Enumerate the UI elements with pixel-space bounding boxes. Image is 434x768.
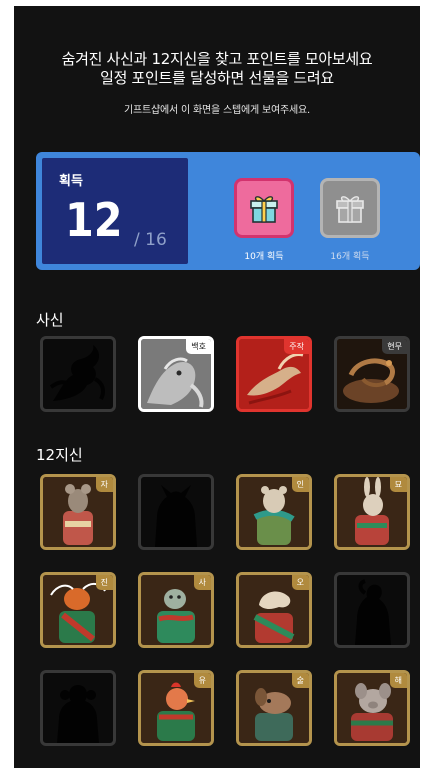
intro-line-1: 숨겨진 사신과 12지신을 찾고 포인트를 모아보세요 (61, 50, 373, 68)
zodiac-o-horse[interactable]: 오 (236, 572, 312, 648)
zodiac-tag-sul: 술 (291, 673, 309, 688)
reward-10[interactable]: 10개 획득 (234, 178, 294, 262)
giftshop-note: 기프트샵에서 이 화면을 스텝에게 보여주세요. (124, 105, 310, 116)
zodiac-tag-in: 인 (291, 477, 309, 492)
sasin-baekho[interactable]: 백호 (138, 336, 214, 412)
ox-silhouette (155, 485, 197, 547)
zodiac-myo-rabbit[interactable]: 묘 (334, 474, 410, 550)
zodiac-sul-dog[interactable]: 술 (236, 670, 312, 746)
zodiac-tag-sa: 사 (193, 575, 211, 590)
reward-16-caption: 16개 획득 (330, 252, 370, 262)
zodiac-tag-myo: 묘 (389, 477, 407, 492)
zodiac-chuk-silhouette[interactable] (138, 474, 214, 550)
sheep-silhouette (355, 579, 391, 645)
zodiac-yu-rooster[interactable]: 유 (138, 670, 214, 746)
zodiac-tag-yu: 유 (193, 673, 211, 688)
dragon-silhouette (49, 345, 105, 401)
sasin-tag-baekho: 백호 (186, 339, 211, 354)
zodiac-title: 12지신 (36, 446, 83, 464)
intro-text: 숨겨진 사신과 12지신을 찾고 포인트를 모아보세요 일정 포인트를 달성하면… (14, 50, 420, 116)
zodiac-tag-jin: 진 (95, 575, 113, 590)
zodiac-in-tiger[interactable]: 인 (236, 474, 312, 550)
sasin-tag-hyeonmu: 현무 (382, 339, 407, 354)
gift-icon (250, 196, 278, 223)
zodiac-sa-snake[interactable]: 사 (138, 572, 214, 648)
zodiac-mi-silhouette[interactable] (334, 572, 410, 648)
monkey-silhouette (57, 685, 99, 743)
collected-count: 12 (65, 193, 123, 247)
zodiac-ja-rat[interactable]: 자 (40, 474, 116, 550)
intro-line-2: 일정 포인트를 달성하면 선물을 드려요 (100, 69, 334, 87)
collected-total: / 16 (134, 230, 167, 250)
progress-panel: 획득 12 / 16 10개 획득 16개 획득 (36, 152, 420, 270)
zodiac-tag-ja: 자 (95, 477, 113, 492)
zodiac-sin-silhouette[interactable] (40, 670, 116, 746)
sasin-tag-jujak: 주작 (284, 339, 309, 354)
sasin-hyeonmu[interactable]: 현무 (334, 336, 410, 412)
zodiac-hae-pig[interactable]: 해 (334, 670, 410, 746)
sasin-title: 사신 (36, 311, 64, 329)
reward-10-box (234, 178, 294, 238)
gift-icon (336, 196, 364, 223)
zodiac-jin-dragon[interactable]: 진 (40, 572, 116, 648)
reward-16-box (320, 178, 380, 238)
sasin-cheongryong-silhouette[interactable] (40, 336, 116, 412)
sasin-jujak[interactable]: 주작 (236, 336, 312, 412)
zodiac-tag-o: 오 (291, 575, 309, 590)
collected-label: 획득 (59, 174, 83, 189)
zodiac-tag-hae: 해 (389, 673, 407, 688)
reward-16[interactable]: 16개 획득 (320, 178, 380, 262)
collection-screen: 숨겨진 사신과 12지신을 찾고 포인트를 모아보세요 일정 포인트를 달성하면… (14, 6, 420, 768)
collected-count-box: 획득 12 / 16 (42, 158, 188, 264)
reward-10-caption: 10개 획득 (244, 252, 284, 262)
